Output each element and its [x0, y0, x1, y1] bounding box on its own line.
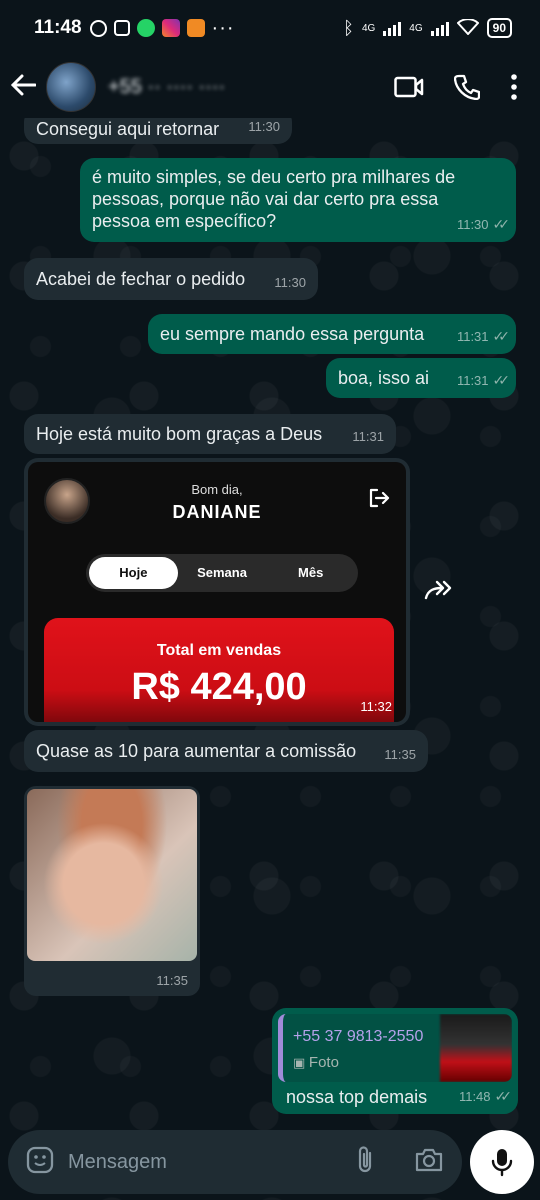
message-incoming[interactable]: Hoje está muito bom graças a Deus 11:31	[24, 414, 396, 454]
battery-indicator: 90	[486, 18, 512, 38]
attach-icon[interactable]	[354, 1145, 376, 1180]
greeting-text: Bom dia,	[191, 482, 243, 497]
message-text: Quase as 10 para aumentar a comissão	[36, 741, 357, 761]
reply-message[interactable]: +55 37 9813-2550 ▣ Foto nossa top demais…	[272, 1008, 518, 1114]
contact-name[interactable]: +55 ·· ···· ····	[108, 76, 394, 99]
phone-call-icon[interactable]	[454, 74, 480, 100]
sales-label: Total em vendas	[156, 642, 282, 659]
read-ticks-icon: ✓✓	[492, 328, 511, 344]
message-text: é muito simples, se deu certo pra milhar…	[92, 167, 456, 231]
message-time: 11:30 ✓✓	[457, 213, 511, 236]
app-icon	[186, 19, 205, 37]
more-vert-icon[interactable]	[510, 74, 518, 100]
message-input[interactable]: Mensagem	[68, 1151, 354, 1174]
sticker-icon[interactable]	[26, 1146, 54, 1179]
message-text: boa, isso ai	[338, 368, 430, 388]
alarm-icon	[89, 19, 107, 37]
sales-amount: R$ 424,00	[131, 666, 307, 708]
read-ticks-icon: ✓✓	[494, 1088, 513, 1104]
forward-icon[interactable]	[424, 578, 464, 610]
message-text: eu sempre mando essa pergunta	[160, 324, 425, 344]
status-time: 11:48	[34, 17, 82, 38]
message-time: 11:31 ✓✓	[457, 325, 511, 348]
video-call-icon[interactable]	[394, 76, 424, 98]
signal-icon-2	[430, 20, 449, 36]
message-text: Hoje está muito bom graças a Deus	[36, 424, 323, 444]
message-outgoing[interactable]: é muito simples, se deu certo pra milhar…	[80, 158, 516, 242]
tab-mes: Mês	[298, 565, 324, 580]
status-bar: 11:48 ··· ᛒ 4G 4G 90	[0, 0, 540, 56]
message-incoming[interactable]: Acabei de fechar o pedido 11:30	[24, 258, 318, 300]
message-time: 11:30	[248, 119, 280, 134]
read-ticks-icon: ✓✓	[492, 216, 511, 232]
wifi-icon	[456, 17, 480, 38]
message-time: 11:35	[156, 973, 188, 988]
period-selector: Hoje Semana Mês	[86, 554, 358, 592]
quoted-message[interactable]: +55 37 9813-2550 ▣ Foto	[278, 1014, 512, 1082]
image-message-screenshot[interactable]: Bom dia, DANIANE Hoje Semana Mês Total e…	[24, 458, 410, 726]
tab-hoje: Hoje	[89, 557, 178, 589]
quoted-type: ▣ Foto	[293, 1054, 339, 1071]
message-time: 11:35	[384, 747, 416, 762]
message-time: 11:30	[274, 275, 306, 290]
microphone-icon	[491, 1149, 513, 1177]
signal-icon	[383, 20, 402, 36]
message-time: 11:48 ✓✓	[459, 1085, 513, 1108]
photo-message[interactable]: 11:35	[24, 786, 200, 996]
message-outgoing[interactable]: eu sempre mando essa pergunta 11:31 ✓✓	[148, 314, 516, 354]
back-arrow-icon[interactable]	[10, 70, 46, 104]
contact-avatar[interactable]	[46, 62, 96, 112]
more-notifications-icon: ···	[211, 16, 235, 39]
message-outgoing[interactable]: boa, isso ai 11:31 ✓✓	[326, 358, 516, 398]
logout-icon	[368, 488, 390, 514]
message-text: Acabei de fechar o pedido	[36, 269, 246, 289]
whatsapp-icon	[136, 19, 155, 37]
message-time: 11:31	[352, 429, 384, 444]
instagram-icon	[161, 19, 180, 37]
message-text: nossa top demais	[286, 1087, 428, 1107]
chat-header: +55 ·· ···· ····	[0, 56, 540, 118]
quoted-sender: +55 37 9813-2550	[293, 1028, 424, 1045]
nfc-icon	[113, 20, 130, 36]
bluetooth-icon: ᛒ	[343, 17, 354, 38]
tab-semana: Semana	[197, 565, 247, 580]
message-text: Consegui aqui retornar	[36, 119, 220, 139]
message-incoming[interactable]: Quase as 10 para aumentar a comissão 11:…	[24, 730, 428, 772]
microphone-button[interactable]	[470, 1130, 534, 1194]
network-type-left: 4G	[361, 22, 376, 34]
camera-icon[interactable]	[414, 1147, 444, 1178]
photo-thumbnail[interactable]	[27, 789, 197, 961]
message-time: 11:32	[360, 699, 392, 714]
screenshot-content: Bom dia, DANIANE Hoje Semana Mês Total e…	[28, 462, 406, 722]
quoted-photo-thumbnail	[440, 1014, 512, 1082]
network-type-right: 4G	[409, 22, 423, 34]
user-name: DANIANE	[172, 502, 262, 522]
sales-total-card: Total em vendas R$ 424,00	[44, 618, 394, 722]
photo-icon: ▣	[293, 1055, 309, 1070]
read-ticks-icon: ✓✓	[492, 372, 511, 388]
message-composer: Mensagem	[8, 1130, 462, 1194]
message-time: 11:31 ✓✓	[457, 369, 511, 392]
